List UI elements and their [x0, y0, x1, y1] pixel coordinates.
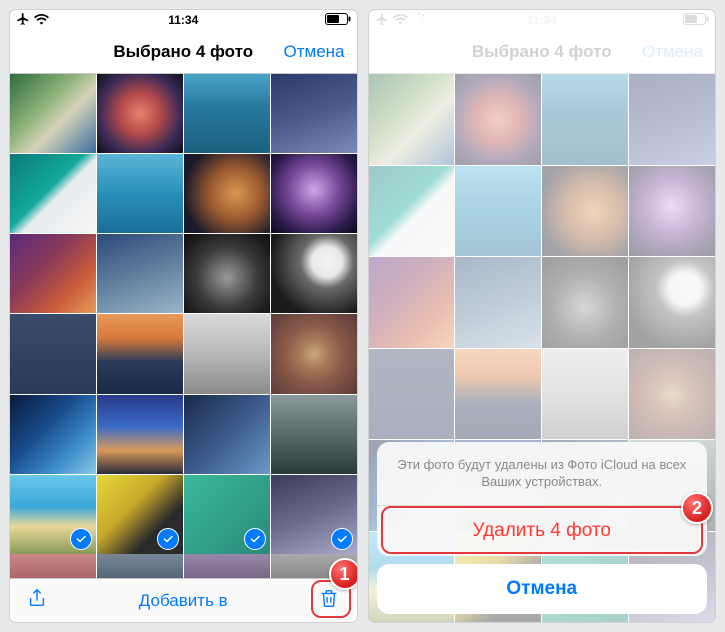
trash-button[interactable] — [318, 587, 340, 614]
photo-thumbnail[interactable] — [97, 395, 183, 474]
share-button[interactable] — [26, 587, 48, 614]
photo-thumbnail[interactable] — [10, 475, 96, 554]
photo-thumbnail[interactable] — [10, 395, 96, 474]
checkmark-icon — [244, 528, 266, 550]
photo-thumbnail[interactable] — [10, 154, 96, 233]
photo-thumbnail[interactable] — [271, 395, 357, 474]
airplane-icon — [16, 12, 30, 29]
status-bar: 11:34 — [10, 10, 357, 30]
photo-thumbnail[interactable] — [271, 154, 357, 233]
step-badge-1: 1 — [329, 558, 357, 590]
nav-title: Выбрано 4 фото — [113, 42, 253, 62]
nav-cancel-button[interactable]: Отмена — [284, 42, 345, 62]
status-time: 11:34 — [10, 13, 357, 27]
photo-thumbnail[interactable] — [10, 74, 96, 153]
photo-thumbnail[interactable] — [271, 314, 357, 393]
action-sheet-group: Эти фото будут удалены из Фото iCloud на… — [377, 442, 708, 556]
nav-bar: Выбрано 4 фото Отмена — [10, 30, 357, 74]
screenshot-left: 11:34 Выбрано 4 фото Отмена Добавить в 1 — [10, 10, 357, 622]
wifi-icon — [34, 13, 49, 28]
toolbar: Добавить в — [10, 578, 357, 622]
photo-thumbnail[interactable] — [184, 234, 270, 313]
photo-thumbnail[interactable] — [97, 74, 183, 153]
photo-thumbnail[interactable] — [10, 314, 96, 393]
checkmark-icon — [157, 528, 179, 550]
photo-thumbnail[interactable] — [184, 154, 270, 233]
photo-thumbnail[interactable] — [184, 314, 270, 393]
photo-thumbnail[interactable] — [184, 395, 270, 474]
checkmark-icon — [70, 528, 92, 550]
delete-photos-button[interactable]: Удалить 4 фото — [377, 506, 708, 556]
photo-thumbnail[interactable] — [184, 74, 270, 153]
photo-thumbnail[interactable] — [271, 74, 357, 153]
photo-thumbnail[interactable] — [271, 234, 357, 313]
photo-thumbnail[interactable] — [97, 475, 183, 554]
action-sheet: Эти фото будут удалены из Фото iCloud на… — [377, 442, 708, 614]
photo-thumbnail[interactable] — [97, 314, 183, 393]
checkmark-icon — [331, 528, 353, 550]
screenshot-right: 11:34 Выбрано 4 фото Отмена Эти фото буд… — [369, 10, 716, 622]
add-to-button[interactable]: Добавить в — [139, 591, 228, 611]
step-badge-2: 2 — [681, 492, 713, 524]
photo-thumbnail[interactable] — [271, 475, 357, 554]
photo-thumbnail[interactable] — [97, 154, 183, 233]
photo-thumbnail[interactable] — [97, 234, 183, 313]
photo-thumbnail[interactable] — [184, 475, 270, 554]
action-sheet-message: Эти фото будут удалены из Фото iCloud на… — [377, 442, 708, 506]
photo-thumbnail[interactable] — [10, 234, 96, 313]
battery-icon — [325, 13, 351, 28]
photo-grid-partial-row — [10, 554, 357, 578]
action-sheet-cancel-button[interactable]: Отмена — [377, 564, 708, 614]
photo-grid[interactable] — [10, 74, 357, 554]
